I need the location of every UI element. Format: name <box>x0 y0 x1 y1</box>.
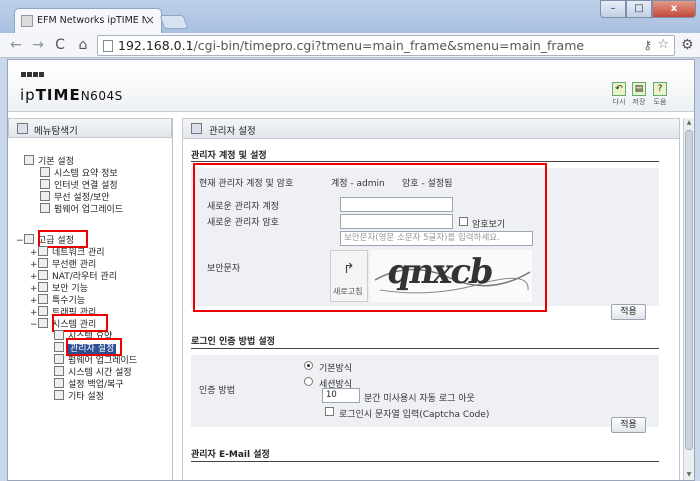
app-header: ipTIMEN604S ↶ 다시 ▤ 저장 ? 도움 <box>8 60 694 112</box>
header-back-button[interactable]: ↶ 다시 <box>612 82 626 107</box>
tree-group-network[interactable]: + 네트워크 관리 <box>30 246 105 258</box>
vertical-scrollbar[interactable]: ▲ ▼ <box>683 118 694 480</box>
menu-explorer-title: 메뉴탐색기 <box>34 126 78 137</box>
auth-basic-label: 기본방식 <box>319 364 353 374</box>
section-divider <box>191 348 659 349</box>
tree-group-wireless[interactable]: + 무선랜 관리 <box>30 258 96 270</box>
tree-item-other-settings[interactable]: 기타 설정 <box>54 390 104 402</box>
login-section-title: 로그인 인증 방법 설정 <box>191 337 275 347</box>
tree-item-system-time[interactable]: 시스템 시간 설정 <box>54 366 132 378</box>
tab-favicon-icon <box>21 15 33 27</box>
scroll-down-icon[interactable]: ▼ <box>685 471 693 478</box>
gear-icon <box>38 318 48 328</box>
tab-close-icon[interactable]: × <box>145 13 155 27</box>
collapse-icon: − <box>16 236 24 246</box>
email-section-title: 관리자 E-Mail 설정 <box>191 450 270 460</box>
tree-item-firmware-upgrade[interactable]: 펌웨어 업그레이드 <box>40 203 123 215</box>
key-icon[interactable]: ⚷ <box>643 38 652 52</box>
address-bar[interactable]: 192.168.0.1/cgi-bin/timepro.cgi?tmenu=ma… <box>97 35 675 56</box>
home-icon[interactable]: ⌂ <box>74 36 92 54</box>
help-icon: ? <box>653 82 667 96</box>
tree-item-wireless-security[interactable]: 무선 설정/보안 <box>40 191 110 203</box>
menu-explorer: 메뉴탐색기 기본 설정 시스템 요약 정보 인터넷 연결 설정 무선 설정/보안… <box>8 118 173 480</box>
tree-group-special[interactable]: + 특수기능 <box>30 294 85 306</box>
auth-method-label: 인증 방법 <box>199 386 235 396</box>
back-icon: ↶ <box>612 82 626 96</box>
chart-icon <box>40 167 50 177</box>
section-divider <box>191 461 659 462</box>
reload-icon[interactable]: C <box>51 36 69 54</box>
folder-icon <box>38 294 48 304</box>
session-timeout-suffix: 분간 미사용시 자동 로그 아웃 <box>364 394 475 404</box>
header-help-button[interactable]: ? 도움 <box>653 82 667 107</box>
tree-group-nat[interactable]: + NAT/라우터 관리 <box>30 270 117 282</box>
logo: ipTIMEN604S <box>20 86 123 104</box>
menu-explorer-header: 메뉴탐색기 <box>8 118 172 138</box>
firmware-icon <box>40 203 50 213</box>
scrollbar-thumb[interactable] <box>685 130 693 450</box>
back-arrow-icon[interactable]: ← <box>7 36 25 54</box>
search-icon <box>17 123 28 134</box>
main-panel-header: 관리자 설정 <box>183 119 679 139</box>
new-tab-button[interactable] <box>159 15 189 29</box>
url-path: /cgi-bin/timepro.cgi?tmenu=main_frame&sm… <box>193 38 585 53</box>
page-viewport: ipTIMEN604S ↶ 다시 ▤ 저장 ? 도움 메뉴탐색기 기본 설정 시… <box>7 59 695 481</box>
bookmark-star-icon[interactable]: ☆ <box>657 37 669 52</box>
page-icon <box>54 330 64 340</box>
main-panel-title: 관리자 설정 <box>209 126 256 137</box>
wireless-icon <box>38 258 48 268</box>
forward-arrow-icon[interactable]: → <box>29 36 47 54</box>
tab-title: EFM Networks ipTIME N( <box>37 15 147 26</box>
collapse-icon: − <box>30 320 38 330</box>
network-icon <box>38 246 48 256</box>
page-icon <box>54 378 64 388</box>
account-apply-button[interactable]: 적용 <box>611 304 646 320</box>
wrench-menu-icon[interactable]: ⚙ <box>681 37 694 53</box>
logo-mark-icon <box>21 70 51 78</box>
lock-icon <box>38 282 48 292</box>
tree-item-internet-setup[interactable]: 인터넷 연결 설정 <box>40 179 118 191</box>
auth-basic-radio[interactable] <box>304 361 313 370</box>
page-settings-icon <box>191 123 202 134</box>
browser-toolbar: ← → C ⌂ 192.168.0.1/cgi-bin/timepro.cgi?… <box>0 33 700 58</box>
window-minimize-button[interactable]: – <box>600 0 626 18</box>
tree-group-security[interactable]: + 보안 기능 <box>30 282 88 294</box>
section-divider <box>191 161 659 162</box>
window-maximize-button[interactable]: □ <box>626 0 652 18</box>
header-save-button[interactable]: ▤ 저장 <box>632 82 646 107</box>
folder-gear-icon <box>24 155 34 165</box>
highlight-account-section <box>193 163 547 312</box>
browser-tab[interactable]: EFM Networks ipTIME N( × <box>14 8 162 33</box>
folder-gear-icon <box>24 234 34 244</box>
tree-item-system-summary[interactable]: 시스템 요약 정보 <box>40 167 118 179</box>
session-timeout-input[interactable]: 10 <box>322 388 360 403</box>
page-icon <box>54 342 64 352</box>
network-icon <box>40 179 50 189</box>
tree-item-backup-restore[interactable]: 설정 백업/복구 <box>54 378 124 390</box>
browser-titlebar: EFM Networks ipTIME N( × – □ x <box>0 0 700 33</box>
url-host: 192.168.0.1 <box>118 38 194 53</box>
traffic-icon <box>38 306 48 316</box>
main-panel: 관리자 설정 관리자 계정 및 설정 현재 관리자 계정 및 암호 계정 - a… <box>182 118 680 480</box>
login-apply-button[interactable]: 적용 <box>611 417 646 433</box>
router-icon <box>38 270 48 280</box>
page-icon <box>103 40 113 52</box>
login-captcha-label: 로그인시 문자열 입력(Captcha Code) <box>339 410 490 420</box>
page-icon <box>54 366 64 376</box>
login-captcha-checkbox[interactable] <box>325 407 334 416</box>
url-text: 192.168.0.1/cgi-bin/timepro.cgi?tmenu=ma… <box>118 38 584 53</box>
save-icon: ▤ <box>632 82 646 96</box>
window-close-button[interactable]: x <box>652 0 696 18</box>
scroll-up-icon[interactable]: ▲ <box>685 119 693 126</box>
auth-session-radio[interactable] <box>304 377 313 386</box>
account-section-title: 관리자 계정 및 설정 <box>191 151 267 161</box>
tree-basic-settings[interactable]: 기본 설정 <box>24 155 74 167</box>
wireless-icon <box>40 191 50 201</box>
page-icon <box>54 354 64 364</box>
page-icon <box>54 390 64 400</box>
tree-item-firmware-upgrade-adv[interactable]: 펌웨어 업그레이드 <box>54 354 137 366</box>
